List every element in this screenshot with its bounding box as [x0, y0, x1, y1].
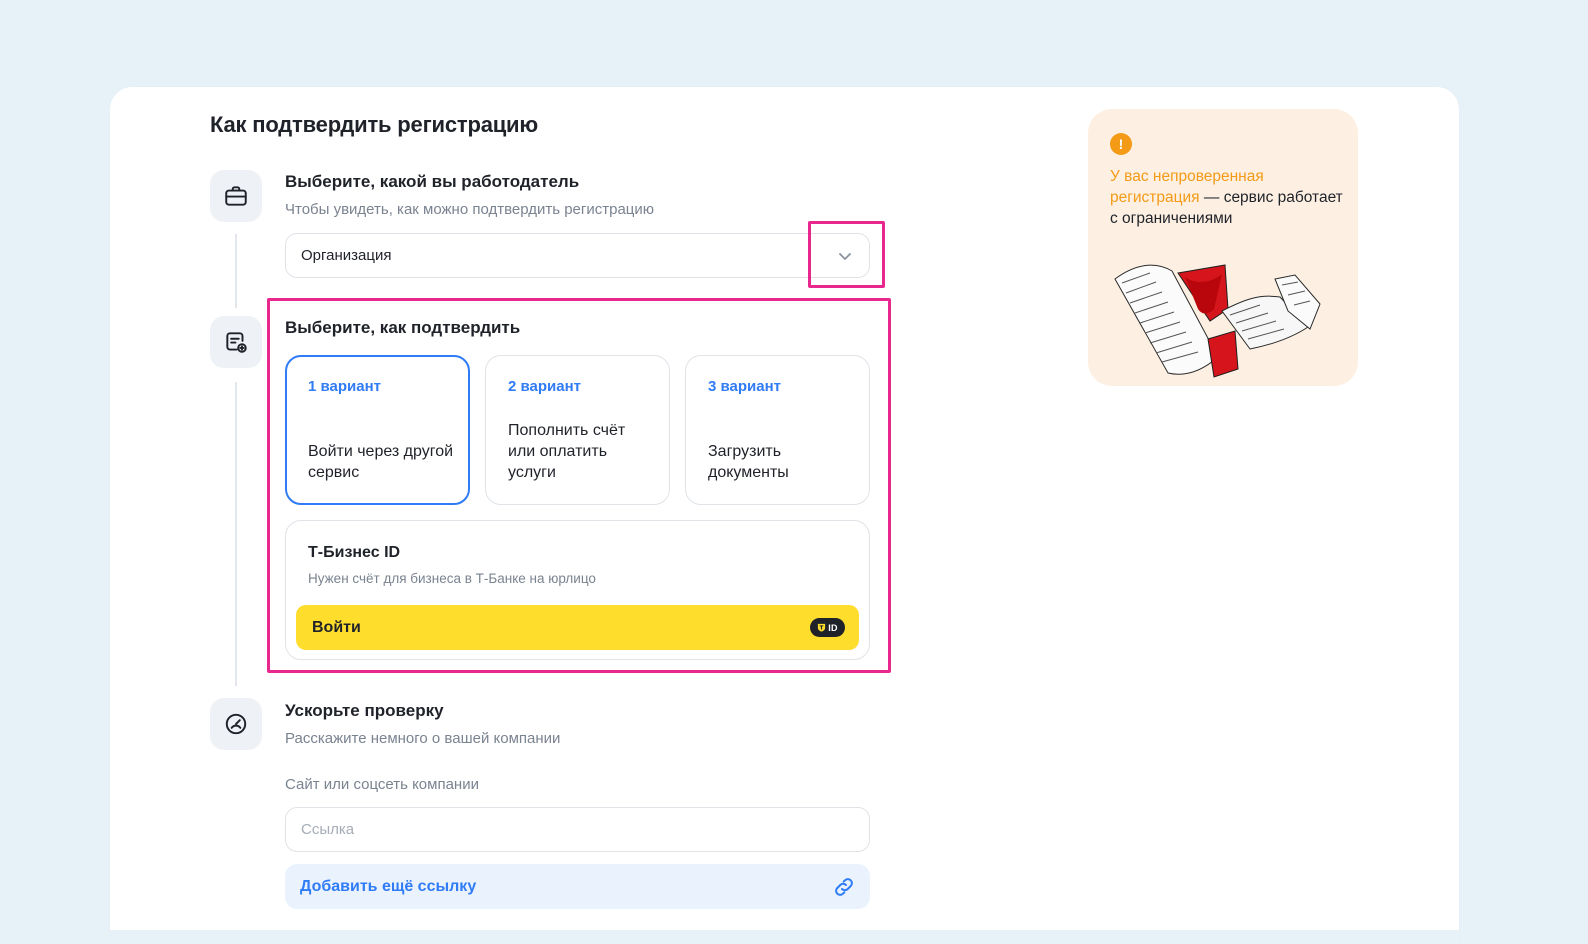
tbank-id-icon: ID: [810, 618, 845, 637]
step1-subtitle: Чтобы увидеть, как можно подтвердить рег…: [285, 201, 655, 218]
variant-card-2[interactable]: 2 вариант Пополнить счёт или оплатить ус…: [485, 355, 670, 505]
page-title: Как подтвердить регистрацию: [210, 112, 538, 137]
add-link-label: Добавить ещё ссылку: [300, 877, 477, 895]
variant-text: Загрузить документы: [708, 443, 789, 481]
website-field-label: Сайт или соцсеть компании: [285, 776, 479, 793]
variant-text: Войти через другой сервис: [308, 443, 454, 481]
login-button-label: Войти: [312, 618, 361, 636]
add-link-button[interactable]: Добавить ещё ссылку: [285, 864, 870, 909]
briefcase-icon: [210, 170, 262, 222]
id-badge-text: ID: [828, 622, 838, 633]
warning-card: ! У вас непроверенная регистрация — серв…: [1088, 109, 1358, 386]
step-connector: [235, 234, 237, 308]
step3-subtitle: Расскажите немного о вашей компании: [285, 730, 561, 747]
employer-type-select[interactable]: Организация: [285, 233, 870, 278]
step3-title: Ускорьте проверку: [285, 701, 444, 720]
link-icon: [835, 878, 853, 896]
variant-number: 1 вариант: [308, 378, 382, 395]
tbusiness-id-subtitle: Нужен счёт для бизнеса в Т-Банке на юрли…: [308, 571, 596, 586]
tbusiness-id-title: Т-Бизнес ID: [308, 544, 401, 561]
variant-number: 2 вариант: [508, 378, 582, 395]
shield-icon: [818, 623, 826, 632]
receipt-illustration: [1114, 264, 1321, 378]
variant-card-3[interactable]: 3 вариант Загрузить документы: [685, 355, 870, 505]
speedometer-icon: [210, 698, 262, 750]
variant-number: 3 вариант: [708, 378, 782, 395]
tbusiness-id-card: Т-Бизнес ID Нужен счёт для бизнеса в Т-Б…: [285, 520, 870, 660]
document-add-icon: [210, 316, 262, 368]
login-button[interactable]: Войти ID: [296, 605, 859, 650]
website-link-input[interactable]: [285, 807, 870, 852]
warning-text: У вас непроверенная регистрация — сервис…: [1110, 166, 1350, 229]
step1-title: Выберите, какой вы работодатель: [285, 172, 580, 191]
bottom-edge: [110, 930, 1459, 944]
step-connector: [235, 382, 237, 686]
variant-card-1[interactable]: 1 вариант Войти через другой сервис: [285, 355, 470, 505]
warning-icon: !: [1110, 133, 1132, 155]
chevron-down-icon[interactable]: [835, 246, 855, 266]
variant-text: Пополнить счёт или оплатить услуги: [508, 422, 626, 481]
step2-title: Выберите, как подтвердить: [285, 318, 521, 337]
employer-type-value: Организация: [301, 247, 392, 264]
